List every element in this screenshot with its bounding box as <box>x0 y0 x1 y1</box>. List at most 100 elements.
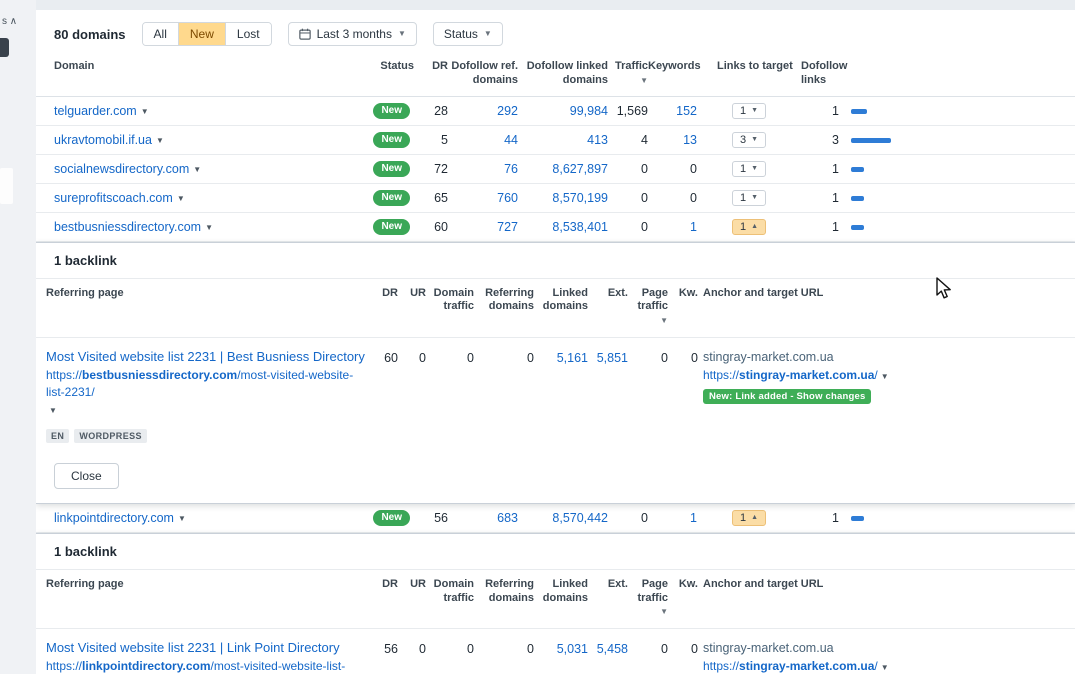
column-page-traffic[interactable]: Page traffic ▼ <box>628 287 668 328</box>
filter-new-button[interactable]: New <box>177 23 225 45</box>
links-to-target-select-open[interactable]: 1 ▲ <box>731 509 767 526</box>
links-to-target-select[interactable]: 1 ▼ <box>731 160 767 177</box>
traffic-value: 1,569 <box>616 103 648 118</box>
table-row: sureprofitscoach.com ▼ New 65 760 8,570,1… <box>36 184 1075 213</box>
column-status[interactable]: Status <box>358 60 414 74</box>
select-value: 1 <box>739 511 747 524</box>
dofollow-links-bar <box>851 195 864 201</box>
dr-value: 56 <box>434 510 448 525</box>
column-referring-page[interactable]: Referring page <box>36 287 366 301</box>
referring-page-title-link[interactable]: Most Visited website list 2231 | Link Po… <box>46 640 340 655</box>
linked-domains-value[interactable]: 8,538,401 <box>518 220 608 234</box>
domain-link[interactable]: bestbusniessdirectory.com ▼ <box>54 220 213 234</box>
sort-desc-icon: ▼ <box>660 607 668 617</box>
sidebar-scroll-fragment <box>0 168 13 204</box>
column-ext[interactable]: Ext. <box>588 578 628 592</box>
keywords-value[interactable]: 1 <box>648 220 697 234</box>
chevron-down-icon: ▼ <box>483 29 492 38</box>
status-label: Status <box>443 27 478 41</box>
ref-domains-value[interactable]: 727 <box>448 220 518 234</box>
target-url[interactable]: https://stingray-market.com.ua/▼ <box>703 658 1075 674</box>
filter-lost-button[interactable]: Lost <box>224 23 271 45</box>
column-ur[interactable]: UR <box>398 287 426 301</box>
referring-page-title-link[interactable]: Most Visited website list 2231 | Best Bu… <box>46 349 365 364</box>
filter-all-button[interactable]: All <box>142 23 178 45</box>
keywords-value[interactable]: 13 <box>648 133 697 147</box>
column-dr[interactable]: DR <box>366 287 398 301</box>
links-to-target-select-open[interactable]: 1 ▲ <box>731 218 767 235</box>
close-panel-button[interactable]: Close <box>54 462 119 489</box>
column-page-traffic[interactable]: Page traffic ▼ <box>628 578 668 619</box>
ext-value[interactable]: 5,458 <box>588 640 628 656</box>
linked-domains-value[interactable]: 99,984 <box>518 104 608 118</box>
ref-domains-value[interactable]: 683 <box>448 511 518 525</box>
column-domain[interactable]: Domain <box>36 60 358 74</box>
domain-cell: sureprofitscoach.com ▼ <box>36 191 358 205</box>
ext-value[interactable]: 5,851 <box>588 349 628 365</box>
column-dr[interactable]: DR <box>414 60 448 74</box>
column-dr[interactable]: DR <box>366 578 398 592</box>
dr-value: 60 <box>384 350 398 365</box>
keywords-value[interactable]: 152 <box>648 104 697 118</box>
target-url[interactable]: https://stingray-market.com.ua/▼ <box>703 367 1075 384</box>
chevron-down-icon[interactable]: ▼ <box>881 663 889 672</box>
links-cell: 1 ▼ <box>697 189 801 206</box>
linked-domains-value[interactable]: 5,161 <box>534 349 588 365</box>
keywords-value[interactable]: 1 <box>648 511 697 525</box>
column-referring-domains[interactable]: Referring domains <box>474 287 534 315</box>
linked-domains-value[interactable]: 5,031 <box>534 640 588 656</box>
column-dofollow-links[interactable]: Dofollow links <box>801 60 847 88</box>
column-referring-domains[interactable]: Referring domains <box>474 578 534 606</box>
chevron-down-icon[interactable]: ▼ <box>49 406 57 415</box>
dr-value: 28 <box>434 103 448 118</box>
ref-domains-value[interactable]: 760 <box>448 191 518 205</box>
linked-domains-value[interactable]: 8,570,199 <box>518 191 608 205</box>
domain-traffic-value: 0 <box>467 350 474 365</box>
url-prefix: https:// <box>703 658 740 673</box>
domain-link[interactable]: linkpointdirectory.com ▼ <box>54 511 186 525</box>
domain-link[interactable]: sureprofitscoach.com ▼ <box>54 191 185 205</box>
column-dofollow-ref-domains[interactable]: Dofollow ref. domains <box>448 60 518 88</box>
column-dofollow-linked-domains[interactable]: Dofollow linked domains <box>518 60 608 88</box>
column-kw[interactable]: Kw. <box>668 578 698 592</box>
column-keywords[interactable]: Keywords <box>648 60 701 74</box>
linked-domains-value[interactable]: 8,570,442 <box>518 511 608 525</box>
status-badge: New <box>373 132 410 148</box>
status-dropdown[interactable]: Status ▼ <box>432 22 503 46</box>
column-ur[interactable]: UR <box>398 578 426 592</box>
column-kw[interactable]: Kw. <box>668 287 698 301</box>
url-path: / <box>874 658 878 673</box>
domain-link[interactable]: socialnewsdirectory.com ▼ <box>54 162 201 176</box>
calendar-icon <box>298 28 311 40</box>
backlink-count-title: 1 backlink <box>36 534 1075 570</box>
linked-domains-value[interactable]: 413 <box>518 133 608 147</box>
referring-page-url[interactable]: https://bestbusniessdirectory.com/most-v… <box>46 367 366 419</box>
column-referring-page[interactable]: Referring page <box>36 578 366 592</box>
linked-domains-value[interactable]: 8,627,897 <box>518 162 608 176</box>
date-range-dropdown[interactable]: Last 3 months ▼ <box>287 22 417 46</box>
bar-cell <box>841 133 1075 147</box>
column-domain-traffic[interactable]: Domain traffic <box>426 287 474 315</box>
column-links-to-target[interactable]: Links to target <box>697 60 801 74</box>
links-cell: 3 ▼ <box>697 131 801 148</box>
links-cell: 1 ▼ <box>697 102 801 119</box>
domain-link[interactable]: ukravtomobil.if.ua ▼ <box>54 133 164 147</box>
links-to-target-select[interactable]: 3 ▼ <box>731 131 767 148</box>
column-domain-traffic[interactable]: Domain traffic <box>426 578 474 606</box>
referring-page-url[interactable]: https://linkpointdirectory.com/most-visi… <box>46 658 366 674</box>
column-linked-domains[interactable]: Linked domains <box>534 287 588 315</box>
dofollow-links-bar <box>851 137 891 143</box>
ref-domains-value[interactable]: 44 <box>448 133 518 147</box>
ref-domains-value[interactable]: 292 <box>448 104 518 118</box>
column-ext[interactable]: Ext. <box>588 287 628 301</box>
column-traffic[interactable]: Traffic ▼ <box>608 60 648 88</box>
chevron-down-icon[interactable]: ▼ <box>881 372 889 381</box>
link-change-badge[interactable]: New: Link added - Show changes <box>703 389 872 405</box>
links-to-target-select[interactable]: 1 ▼ <box>731 102 767 119</box>
status-cell: New <box>358 131 414 148</box>
links-to-target-select[interactable]: 1 ▼ <box>731 189 767 206</box>
ref-domains-value[interactable]: 76 <box>448 162 518 176</box>
column-linked-domains[interactable]: Linked domains <box>534 578 588 606</box>
domain-link[interactable]: telguarder.com ▼ <box>54 104 149 118</box>
page-traffic-value: 0 <box>661 642 668 657</box>
